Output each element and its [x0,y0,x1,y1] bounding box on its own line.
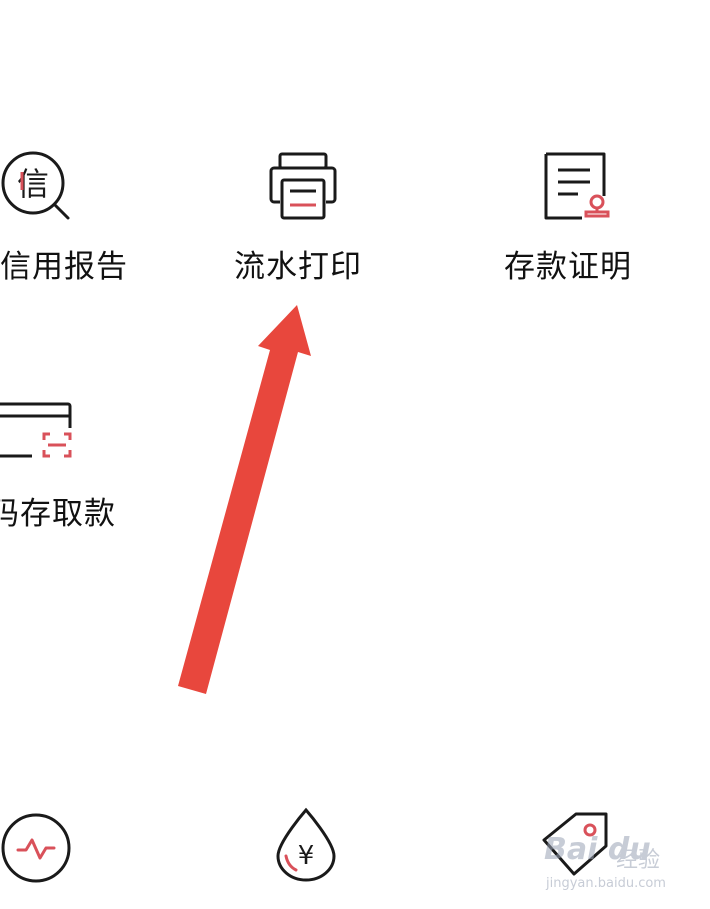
yuan-droplet-icon[interactable]: ¥ [272,806,340,882]
watermark-cn: 经验 [616,848,661,873]
baidu-jingyan-watermark: Bai du 经验 jingyan.baidu.com [540,832,710,902]
red-arrow-pointer [178,305,311,694]
watermark-url: jingyan.baidu.com [546,876,666,891]
pulse-circle-icon[interactable] [0,812,74,886]
svg-text:¥: ¥ [298,841,315,871]
